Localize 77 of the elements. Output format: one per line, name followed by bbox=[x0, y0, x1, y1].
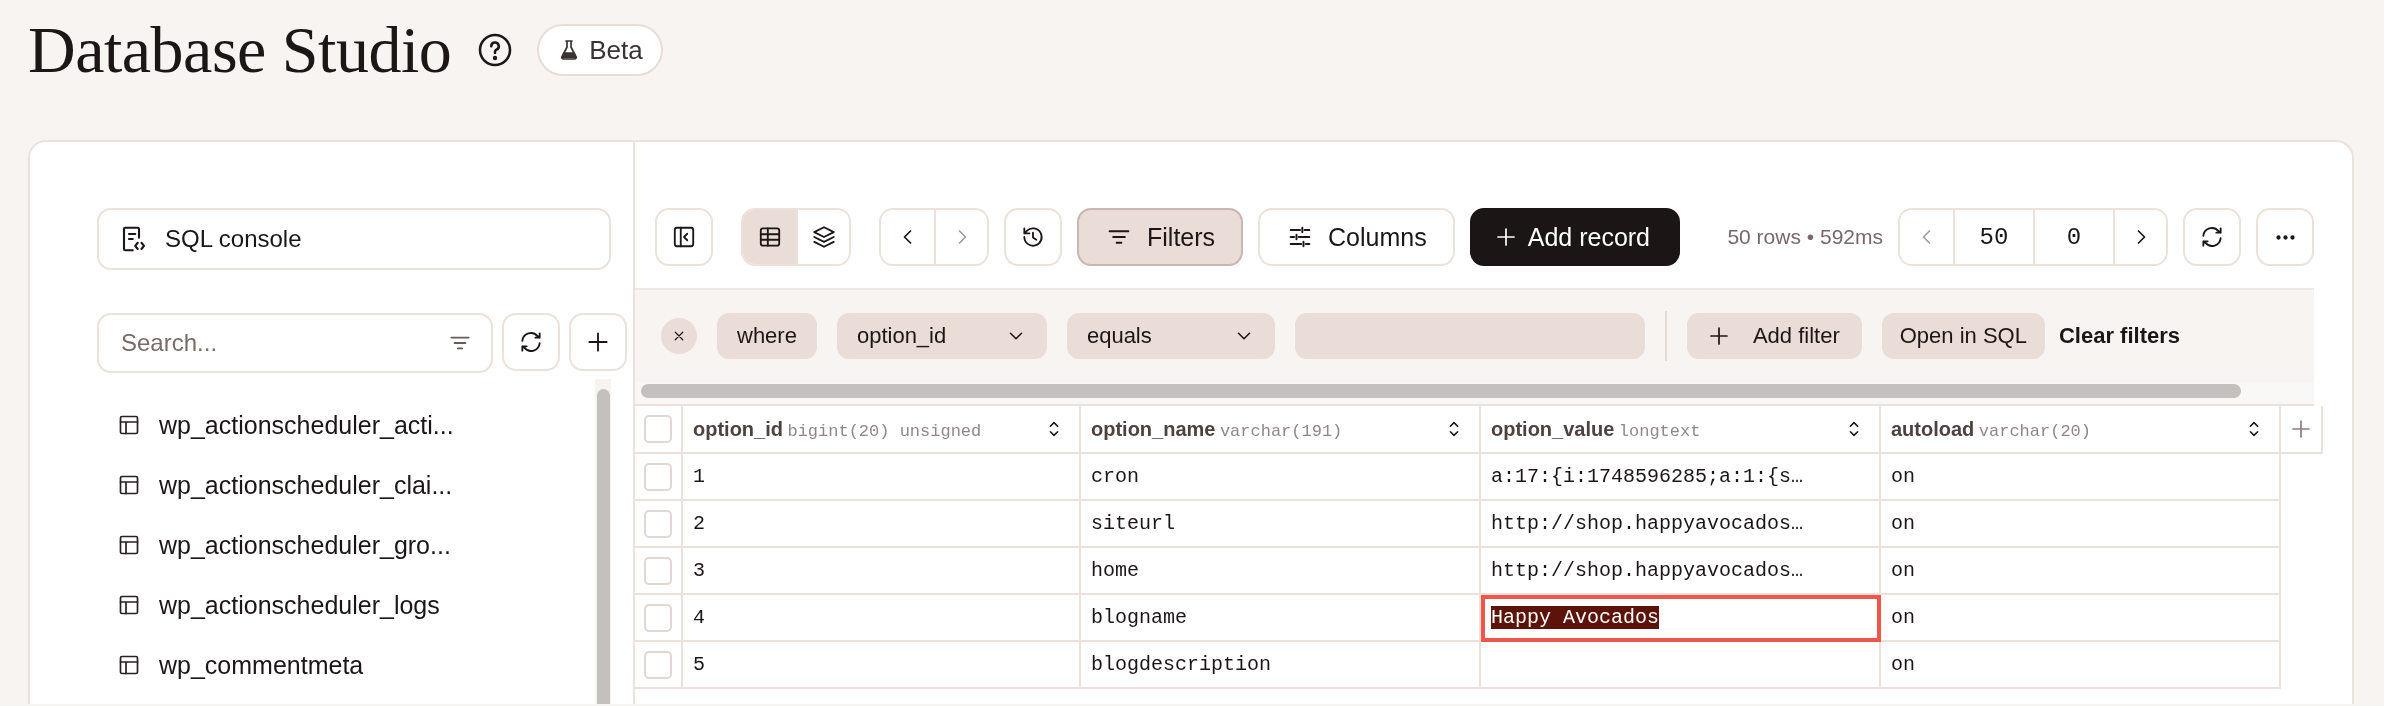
grid-view-tab[interactable] bbox=[743, 210, 796, 264]
scrollbar[interactable] bbox=[635, 382, 2314, 406]
row-checkbox[interactable] bbox=[644, 509, 672, 538]
table-icon bbox=[117, 413, 141, 437]
table-cell[interactable]: on bbox=[1881, 548, 2281, 595]
where-label: where bbox=[717, 313, 817, 359]
table-cell[interactable]: on bbox=[1881, 454, 2281, 501]
row-checkbox[interactable] bbox=[644, 462, 672, 491]
chevron-right-icon bbox=[956, 230, 967, 244]
search-field[interactable]: Search... bbox=[97, 313, 493, 373]
select-all-checkbox[interactable] bbox=[644, 415, 672, 443]
table-cell[interactable]: a:17:{i:1748596285;a:1:{s… bbox=[1481, 454, 1881, 501]
table-cell[interactable]: blogname bbox=[1081, 595, 1481, 642]
table-icon bbox=[117, 653, 141, 677]
table-list-item[interactable]: wp_actionscheduler_acti... bbox=[97, 395, 595, 455]
scrollbar[interactable] bbox=[595, 379, 611, 704]
table-list-item[interactable]: wp_actionscheduler_clai... bbox=[97, 455, 595, 515]
result-summary: 50 rows • 592ms bbox=[1727, 225, 1883, 249]
table-cell[interactable]: siteurl bbox=[1081, 501, 1481, 548]
refresh-icon bbox=[518, 329, 544, 355]
table-list-item[interactable]: wp_actionscheduler_gro... bbox=[97, 515, 595, 575]
column-header[interactable]: option_id bigint(20) unsigned bbox=[683, 406, 1081, 454]
page-title: Database Studio bbox=[28, 12, 452, 88]
row-checkbox[interactable] bbox=[644, 650, 672, 679]
add-table-button[interactable] bbox=[569, 313, 627, 371]
table-cell[interactable]: cron bbox=[1081, 454, 1481, 501]
table-icon bbox=[117, 533, 141, 557]
row-checkbox[interactable] bbox=[644, 556, 672, 585]
table-icon bbox=[117, 593, 141, 617]
add-record-button[interactable]: Add record bbox=[1469, 208, 1680, 266]
beta-badge: Beta bbox=[537, 24, 663, 76]
table-cell[interactable]: http://shop.happyavocados… bbox=[1481, 501, 1881, 548]
table-cell[interactable]: on bbox=[1881, 642, 2281, 689]
table-cell[interactable]: 3 bbox=[683, 548, 1081, 595]
table-cell[interactable]: home bbox=[1081, 548, 1481, 595]
clear-filters-button[interactable]: Clear filters bbox=[2058, 323, 2180, 349]
table-cell[interactable]: 1 bbox=[683, 454, 1081, 501]
row-checkbox[interactable] bbox=[644, 603, 672, 632]
table-cell[interactable]: on bbox=[1881, 595, 2281, 642]
layers-view-tab[interactable] bbox=[796, 210, 849, 264]
chevron-left-icon bbox=[1921, 230, 1932, 244]
table-cell[interactable]: on bbox=[1881, 501, 2281, 548]
column-header[interactable]: autoload varchar(20) bbox=[1881, 406, 2281, 454]
value-field[interactable] bbox=[1294, 313, 1645, 359]
column-header[interactable]: option_name varchar(191) bbox=[1081, 406, 1481, 454]
table-list-item[interactable]: wp_commentmeta bbox=[97, 635, 595, 695]
table-cell[interactable]: 4 bbox=[683, 595, 1081, 642]
table-list-item[interactable]: wp_actionscheduler_logs bbox=[97, 575, 595, 635]
table-cell[interactable]: Happy Avocados bbox=[1481, 595, 1881, 642]
history-button[interactable] bbox=[1004, 208, 1062, 266]
table-cell[interactable] bbox=[1481, 642, 1881, 689]
toggle-sidebar-button[interactable] bbox=[655, 208, 713, 266]
table-cell[interactable]: http://shop.happyavocados… bbox=[1481, 548, 1881, 595]
add-filter-button[interactable]: Add filter bbox=[1686, 313, 1862, 359]
table-cell[interactable]: 5 bbox=[683, 642, 1081, 689]
layers-icon bbox=[810, 224, 837, 250]
operator-dropdown[interactable]: equals bbox=[1066, 313, 1275, 359]
remove-filter-button[interactable] bbox=[661, 318, 697, 354]
chevron-left-icon bbox=[902, 230, 913, 244]
history-icon bbox=[1020, 224, 1046, 250]
filters-button[interactable]: Filters bbox=[1077, 208, 1244, 266]
chevron-right-icon bbox=[2135, 230, 2146, 244]
column-dropdown[interactable]: option_id bbox=[836, 313, 1047, 359]
add-column-icon[interactable] bbox=[2289, 417, 2313, 441]
help-icon[interactable] bbox=[477, 32, 514, 68]
column-header[interactable]: option_value longtext bbox=[1481, 406, 1881, 454]
more-icon bbox=[2274, 234, 2296, 240]
sql-console-button[interactable]: SQL console bbox=[97, 208, 611, 270]
refresh-button[interactable] bbox=[2183, 208, 2241, 266]
columns-button[interactable]: Columns bbox=[1258, 208, 1455, 266]
table-cell[interactable]: blogdescription bbox=[1081, 642, 1481, 689]
refresh-icon bbox=[2199, 224, 2225, 250]
table-icon bbox=[117, 473, 141, 497]
table-cell[interactable]: 2 bbox=[683, 501, 1081, 548]
refresh-button[interactable] bbox=[502, 313, 560, 371]
open-in-sql-button[interactable]: Open in SQL bbox=[1881, 313, 2045, 359]
sidebar-icon bbox=[671, 224, 697, 250]
